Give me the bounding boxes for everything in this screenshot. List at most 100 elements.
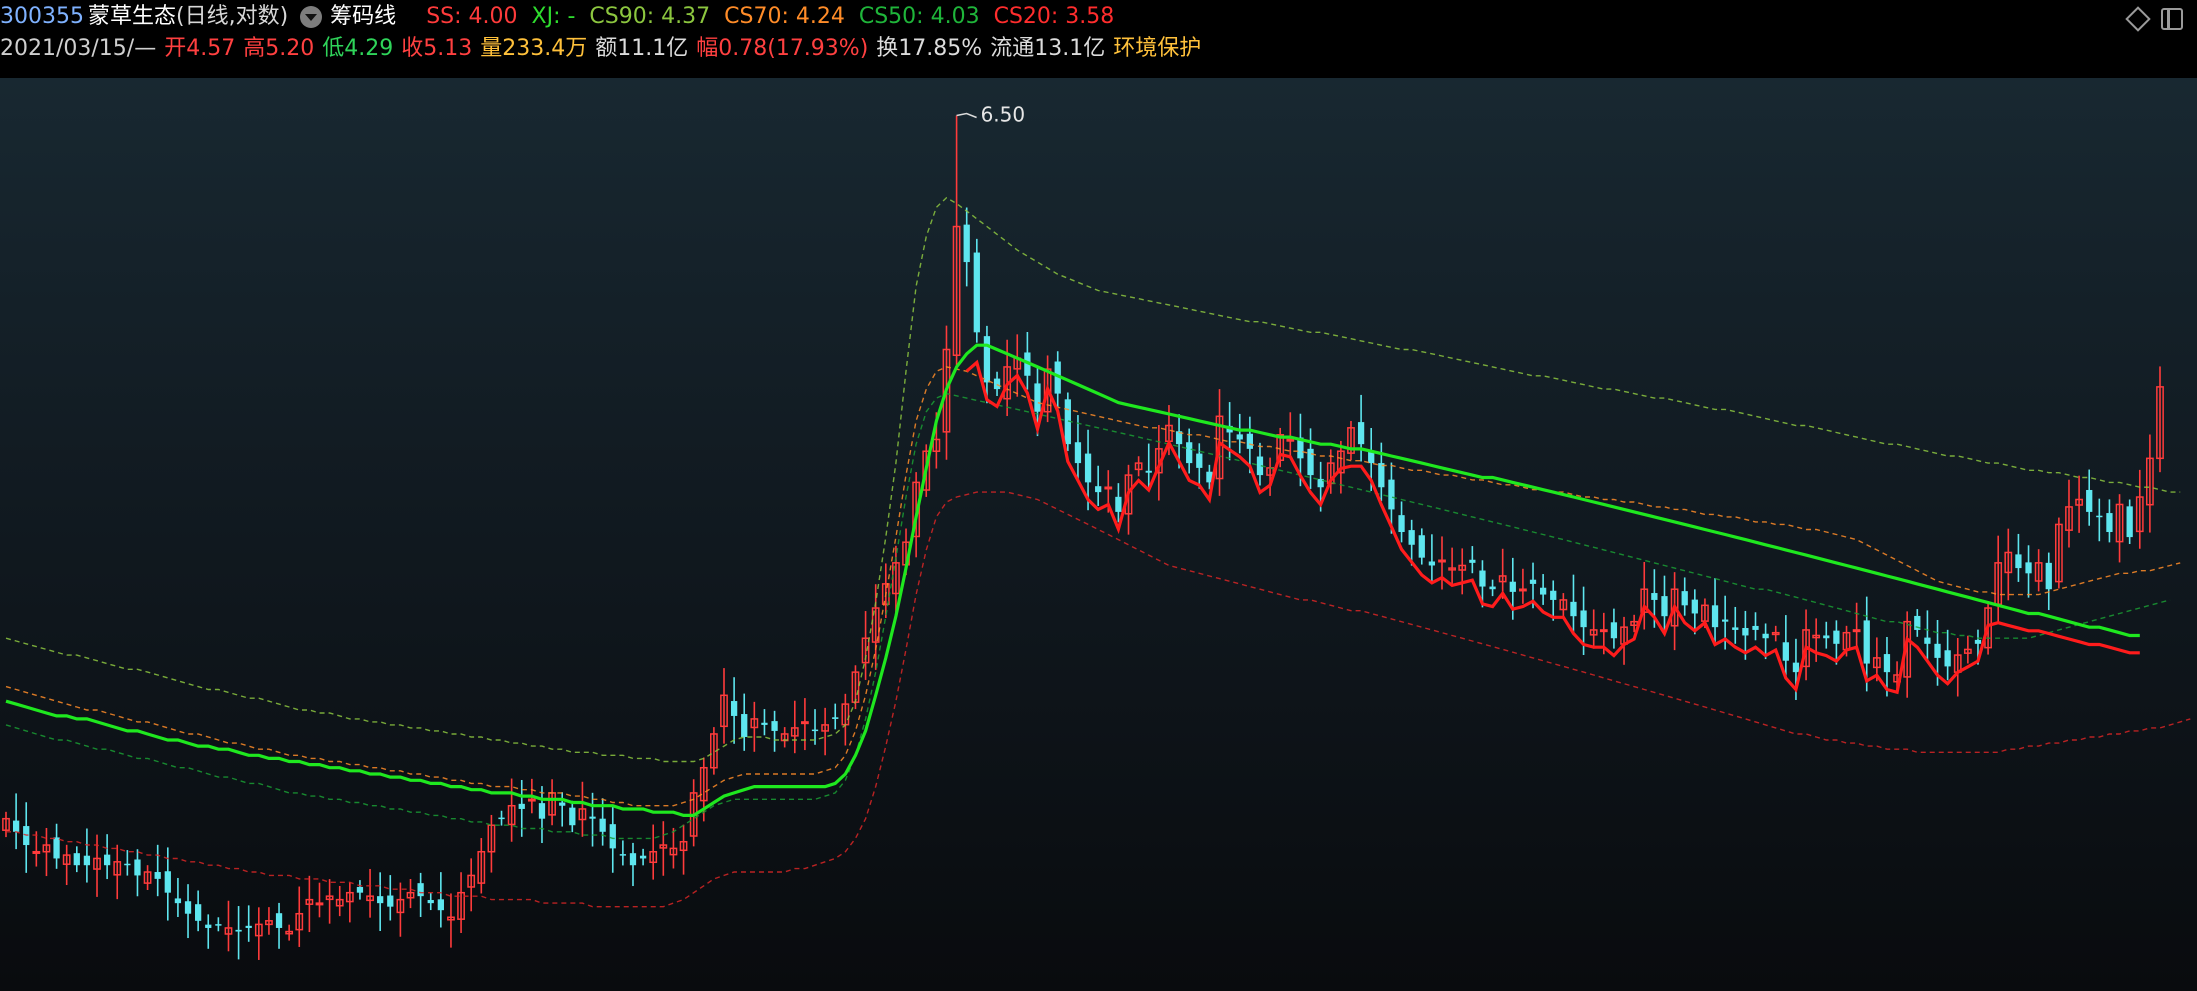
candle-body [1509,581,1516,592]
candle [1236,413,1243,454]
candle [1610,608,1618,649]
kline-chart-svg[interactable]: 6.50 [0,78,2197,991]
candle [2115,494,2124,563]
candle [952,115,961,370]
candle [1711,578,1719,645]
candle [1661,575,1668,631]
candle [2004,528,2013,601]
candle [1852,602,1861,649]
candle [184,884,192,939]
candle [629,842,637,887]
candle-body [1782,642,1789,661]
indicator-dropdown-icon[interactable] [300,6,323,28]
candle [1519,568,1527,604]
candle [2156,366,2164,473]
close-value: 5.13 [423,36,473,61]
candle [1802,609,1810,681]
candle [2065,479,2073,548]
candle [832,703,839,730]
candle-body [527,798,536,802]
candle-body [1599,629,1608,633]
candle [195,890,202,932]
indicator-cs20: CS20: 3.58 [993,4,1115,29]
candle-body [1479,570,1486,587]
candle [1752,612,1759,641]
candle [93,834,101,897]
candle-body [832,717,839,719]
candle-body [73,853,80,866]
stock-name[interactable]: 蒙草生态 [88,0,176,34]
candle [245,905,252,942]
candle [2025,545,2032,598]
candle [1570,574,1577,634]
candle [2106,499,2113,543]
candle-body [1580,610,1587,628]
candle-body [437,899,444,911]
candle [387,875,394,921]
candle [427,893,434,911]
concept-tag[interactable]: 环境保护 [1113,32,1201,66]
candle-body [184,901,192,914]
candle-body [1236,434,1243,440]
candle [2135,469,2144,549]
candle [356,880,364,900]
candle [32,831,41,867]
candle-body [1286,438,1295,442]
candle [1448,547,1456,584]
candle-body [1095,486,1102,493]
indicator-cs70: CS70: 4.24 [724,4,845,29]
candle [548,779,556,826]
peak-marker-arrow [956,112,977,119]
candle-body [235,929,242,932]
candle [639,848,647,866]
indicator-ss: SS: 4.00 [426,4,518,29]
candle-body [1863,620,1870,664]
candle-body [356,886,364,893]
candle-body [771,721,778,731]
candle [1771,625,1780,642]
candle [963,207,970,287]
change-label: 幅 [696,36,719,61]
candle [285,924,294,941]
kline-chart[interactable]: 6.50 [0,78,2197,991]
candle [83,828,91,883]
candle-body [2045,562,2052,590]
candle [659,821,668,876]
candle-body [1034,383,1041,412]
candle-body [417,883,424,897]
candle [1469,546,1476,574]
candle-body [154,872,161,879]
candle [1398,501,1405,543]
stock-code[interactable]: 300355 [0,0,84,34]
candle [325,879,334,924]
candle [589,792,596,847]
candle [467,858,476,912]
ss-line [5,343,2140,817]
candle-body [215,924,222,926]
candle-body [377,896,384,904]
diamond-icon[interactable] [2125,6,2151,32]
quote-date: 2021/03/15/— [0,36,157,61]
panel-toggle-icon[interactable] [2161,8,2183,30]
candle [1418,528,1425,565]
indicator-name[interactable]: 筹码线 [330,0,396,34]
candle [1134,456,1143,477]
candle-body [2025,562,2032,574]
candle-body [538,803,546,819]
candle-body [761,722,768,725]
candle [2015,533,2022,582]
candle [437,872,444,928]
candle [205,914,212,949]
indicator-xj: XJ: - [531,4,576,29]
candle-body [134,859,141,876]
amount-label: 额 [595,36,618,61]
candle [973,238,980,343]
candle [2,811,10,838]
candle-body [1529,579,1537,584]
candle-body [1246,433,1253,449]
candle-body [32,850,41,854]
candle [154,844,161,897]
candle-body [811,729,819,732]
xj-line [965,359,2140,695]
candle-body [2086,489,2093,512]
